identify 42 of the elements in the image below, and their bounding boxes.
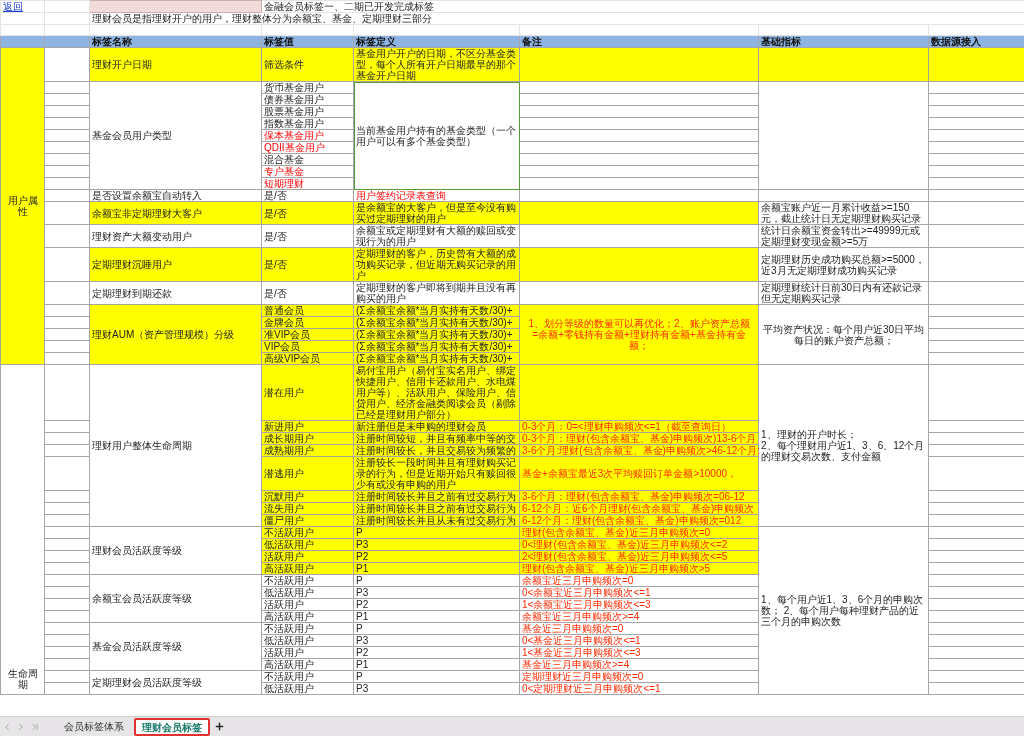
- next-sheet-icon[interactable]: [16, 721, 26, 732]
- metric-cell: 1、每个用户近1、3、6个月的申购次数； 2、每个用户每种理财产品的近三个月的申购次数: [758, 526, 929, 695]
- sheet-description: 理财会员是指理财开户的用户，理财整体分为余额宝、基金、定期理财三部分: [92, 13, 432, 24]
- previous-sheet-icon[interactable]: [2, 721, 12, 732]
- definition-cell: 是余额宝的大客户，但是至今没有购买过定期理财的用户: [353, 201, 520, 225]
- tag-name-cell: 余额宝非定期理财大客户: [89, 201, 262, 225]
- tag-name-cell: 定期理财沉睡用户: [89, 247, 262, 282]
- sheet-tab[interactable]: 理财会员标签: [134, 717, 210, 736]
- last-sheet-icon[interactable]: [30, 721, 40, 732]
- definition-cell: 定期理财的客户即将到期并且没有再购买的用户: [353, 281, 520, 305]
- definition-cell: 注册较长一段时间并且有理财购买记录的行为，但是近期开始只有赎回很少有或没有申购的用户: [353, 456, 520, 491]
- tag-name-cell: 基金会员活跃度等级: [89, 622, 262, 671]
- tag-value-cell: 潜在用户: [261, 364, 354, 421]
- tag-name-cell: 理财开户日期: [89, 47, 262, 82]
- sheet-title: 金融会员标签一、二期已开发完成标签: [264, 1, 434, 12]
- tag-name-cell: 余额宝会员活跃度等级: [89, 574, 262, 623]
- category-cell: 生命周期: [0, 364, 45, 695]
- definition-cell: 基金用户开户的日期，不区分基金类型，每个人所有开户日期最早的那个基金开户日期: [353, 47, 520, 82]
- tag-name-cell: 理财用户整体生命周期: [89, 364, 262, 527]
- definition-cell: 易付宝用户（易付宝实名用户、绑定快捷用户、信用卡还款用户、水电煤用户等）、活跃用户、保险用户、信贷用户、经济金融类阅读会员（剔除已经是理财用户部分）: [353, 364, 520, 421]
- note-cell: 1、划分等级的数量可以再优化；2、账户资产总额=余额+零钱持有金额+理财持有金额+基金持有金额；: [519, 304, 759, 365]
- tag-name-cell: 理财资产大额变动用户: [89, 224, 262, 248]
- metric-cell: 平均资产状况：每个用户近30日平均每日的账户资产总额；: [758, 304, 929, 365]
- tag-name-cell: 定期理财会员活跃度等级: [89, 670, 262, 695]
- metric-cell: 定期理财历史成功购买总额>=5000，近3月无定期理财成功购买记录: [758, 247, 929, 282]
- tag-value-cell: 是/否: [261, 247, 354, 282]
- tag-value-cell: 潜逃用户: [261, 456, 354, 491]
- tag-name-cell: 理财AUM（资产管理规模）分级: [89, 304, 262, 365]
- tag-name-cell: 理财会员活跃度等级: [89, 526, 262, 575]
- metric-cell: 定期理财统计日前30日内有还款记录但无定期购买记录: [758, 281, 929, 305]
- add-sheet-icon[interactable]: [214, 721, 225, 732]
- metric-cell: 余额宝账户近一月累计收益>=150元，截止统计日无定期理财购买记录: [758, 201, 929, 225]
- definition-cell: 余额宝或定期理财有大额的赎回或变现行为的用户: [353, 224, 520, 248]
- sheet-tab[interactable]: 会员标签体系: [58, 717, 130, 736]
- category-cell: 用户属性: [0, 47, 45, 365]
- definition-cell: 定期理财的客户，历史曾有大额的成功购买记录，但近期无购买记录的用户: [353, 247, 520, 282]
- definition-cell: 当前基金用户持有的基金类型（一个用户可以有多个基金类型）: [353, 81, 520, 190]
- tag-value-cell: 筛选条件: [261, 47, 354, 82]
- tag-name-cell: 基金会员用户类型: [89, 81, 262, 190]
- note-cell: 基金+余额宝最近3次平均赎回订单金额>10000，: [519, 456, 759, 491]
- tag-name-cell: 定期理财到期还款: [89, 281, 262, 305]
- metric-cell: 统计日余额宝资金转出>=49999元或定期理财变现金额>=5万: [758, 224, 929, 248]
